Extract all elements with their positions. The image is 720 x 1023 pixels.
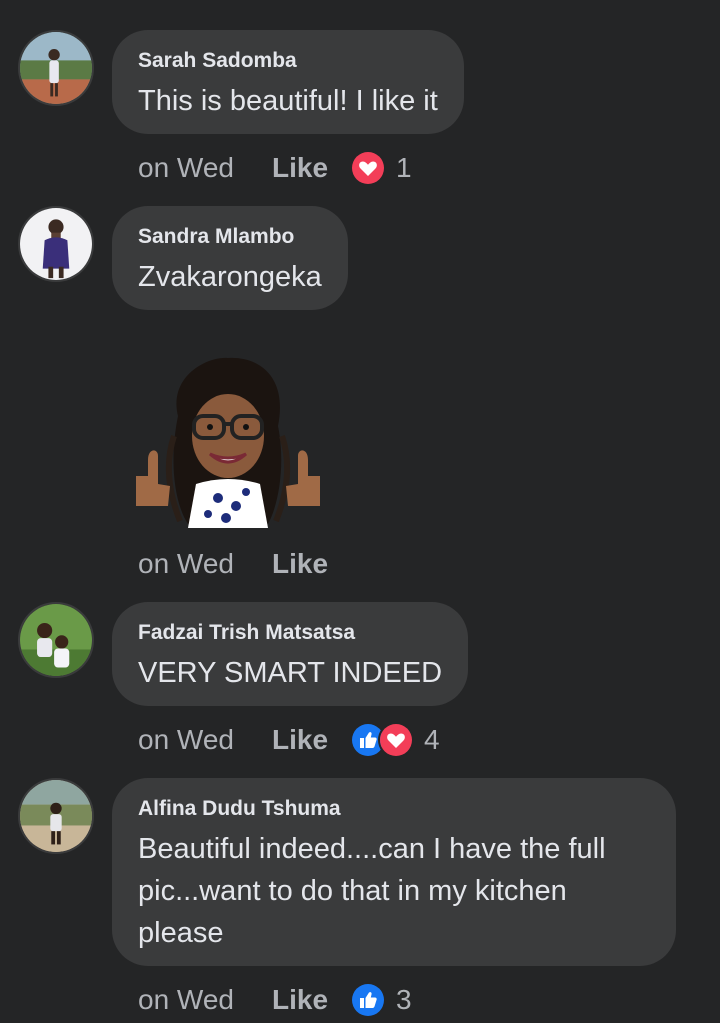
comment-author[interactable]: Alfina Dudu Tshuma (138, 796, 650, 822)
reaction-count: 3 (396, 984, 412, 1015)
comment-bubble: Alfina Dudu Tshuma Beautiful indeed....c… (112, 778, 676, 966)
comment-item: Alfina Dudu Tshuma Beautiful indeed....c… (0, 0, 720, 1023)
like-icon (350, 982, 387, 1018)
comments-feed: Sarah Sadomba This is beautiful! I like … (0, 0, 720, 1023)
like-button[interactable]: Like (272, 984, 328, 1016)
comment-time[interactable]: on Wed (138, 984, 234, 1016)
comment-text: Beautiful indeed....can I have the full … (138, 833, 606, 949)
avatar[interactable] (18, 778, 94, 854)
comment-actions: on Wed Like 3 (138, 980, 412, 1020)
reaction-summary[interactable]: 3 (350, 982, 412, 1018)
